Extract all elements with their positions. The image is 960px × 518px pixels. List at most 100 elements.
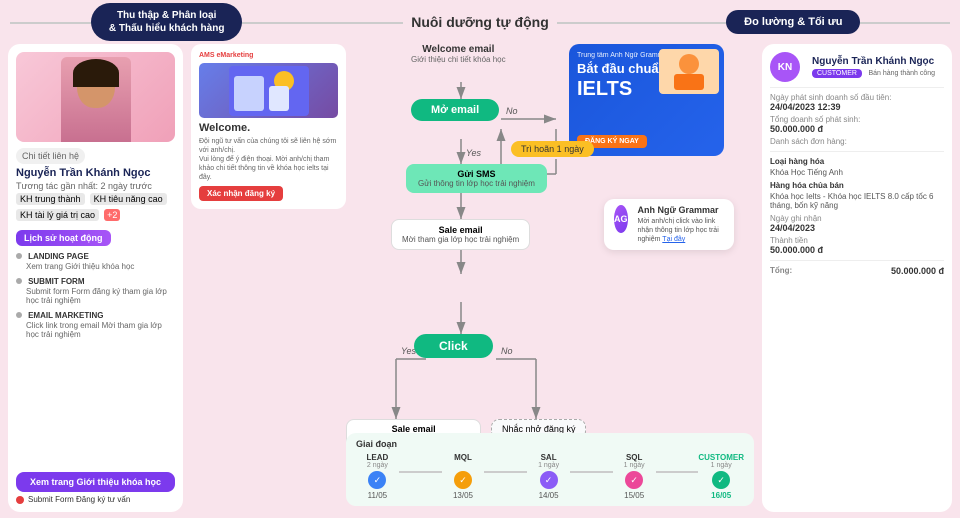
orders-row: Danh sách đơn hàng:: [770, 137, 944, 146]
tag-gia-tri: KH tài lý giá trị cao: [16, 209, 99, 221]
sum-value: 50.000.000 đ: [891, 266, 944, 276]
customer-days: 1 ngày: [711, 462, 732, 469]
activity-button[interactable]: Lịch sử hoạt động: [16, 230, 111, 246]
sum-label: Tổng:: [770, 266, 792, 276]
activity-dot-1: [16, 253, 22, 259]
click-box: Click: [414, 334, 493, 358]
total-value: 50.000.000 đ: [770, 245, 944, 255]
customer-circle: ✓: [712, 471, 730, 489]
rp-header: KN Nguyễn Trần Khánh Ngọc CUSTOMER Bán h…: [770, 52, 944, 82]
sale-email1-box: Sale email Mời tham gia lớp học trải ngh…: [391, 219, 530, 250]
header-left-pill: Thu thập & Phân loại & Thấu hiểu khách h…: [91, 3, 243, 41]
giai-doan-stages: LEAD 2 ngày ✓ 11/05 MQL ✓ 13/05 SAL: [356, 453, 744, 500]
stage-sql: SQL 1 ngày ✓ 15/05: [613, 453, 656, 500]
sale1-sub: Mời tham gia lớp học trải nghiệm: [402, 235, 519, 244]
mql-days: [462, 462, 464, 469]
view-intro-button[interactable]: Xem trang Giới thiệu khóa học: [16, 472, 175, 492]
sms-content: Anh Ngữ Grammar Mời anh/chị click vào li…: [638, 205, 725, 244]
stage-sal: SAL 1 ngày ✓ 14/05: [527, 453, 570, 500]
click-label: Click: [414, 334, 493, 358]
lead-days: 2 ngày: [367, 462, 388, 469]
sms-inner: AG Anh Ngữ Grammar Mời anh/chị click vào…: [614, 205, 724, 244]
stage-line-1: [399, 471, 442, 473]
rp-avatar: KN: [770, 52, 800, 82]
date-label: Ngày phát sinh doanh số đầu tiên:: [770, 93, 944, 102]
mql-date: 13/05: [453, 491, 473, 500]
activity-item-1: LANDING PAGE Xem trang Giới thiệu khóa h…: [16, 250, 175, 271]
rp-badge: CUSTOMER: [812, 69, 862, 78]
activity-item-2: SUBMIT FORM Submit form Form đăng ký tha…: [16, 275, 175, 305]
avatar-image: [61, 57, 131, 142]
sal-date: 14/05: [539, 491, 559, 500]
activity-dot-3: [16, 312, 22, 318]
total-row: Thành tiền 50.000.000 đ: [770, 236, 944, 255]
product-type-title: Loại hàng hóa: [770, 157, 944, 166]
main-area: Chi tiết liên hệ Nguyễn Trần Khánh Ngọc …: [0, 44, 960, 518]
gui-sms-label: Gửi SMS Gửi thông tin lớp học trải nghiệ…: [406, 164, 547, 193]
email-preview-card: AMS eMarketing Welcome. Đội ngũ tư vấn c…: [191, 44, 346, 209]
date-record-value: 24/04/2023: [770, 223, 944, 233]
sum-row: Tổng: 50.000.000 đ: [770, 266, 944, 276]
sql-date: 15/05: [624, 491, 644, 500]
stage-line-2: [484, 471, 527, 473]
ielts-image: [659, 49, 719, 94]
rp-name-area: Nguyễn Trần Khánh Ngọc CUSTOMER Bán hàng…: [812, 56, 935, 78]
date-record-row: Ngày ghi nhận 24/04/2023: [770, 214, 944, 233]
sale-email1-label: Sale email Mời tham gia lớp học trải ngh…: [391, 219, 530, 250]
contact-tag: Chi tiết liên hệ: [16, 148, 85, 164]
giai-doan-title: Giai đoạn: [356, 439, 744, 449]
avatar-hair: [73, 59, 119, 87]
submit-form-label: Submit Form Đăng ký tư vấn: [28, 495, 130, 504]
welcome-title: Welcome email: [411, 44, 506, 55]
activity-desc-2: Submit form Form đăng ký tham gia lớp họ…: [16, 287, 175, 305]
header-center-title: Nuôi dưỡng tự động: [403, 14, 557, 30]
sms-sender: Anh Ngữ Grammar: [638, 205, 725, 215]
email-body: Đội ngũ tư vấn của chúng tôi sẽ liên hệ …: [199, 137, 338, 182]
customer-date: 16/05: [711, 491, 731, 500]
gui-sms-sub: Gửi thông tin lớp học trải nghiệm: [418, 179, 535, 188]
tri-hoan-label: Trì hoãn 1 ngày: [511, 141, 594, 157]
customer-name: CUSTOMER: [698, 453, 744, 462]
email-header: AMS eMarketing: [199, 52, 338, 59]
bottom-buttons: Xem trang Giới thiệu khóa học Submit For…: [16, 472, 175, 504]
product-type-value: Khóa Học Tiếng Anh: [770, 168, 944, 177]
tag-tiem-nang: KH tiêu năng cao: [90, 193, 167, 205]
stage-mql: MQL ✓ 13/05: [442, 453, 485, 500]
submit-form-row: Submit Form Đăng ký tư vấn: [16, 495, 175, 504]
revenue-row: Tổng doanh số phát sinh: 50.000.000 đ: [770, 115, 944, 134]
rp-divider-1: [770, 87, 944, 88]
activity-label-2: SUBMIT FORM: [28, 277, 84, 286]
rp-name: Nguyễn Trần Khánh Ngọc: [812, 56, 935, 67]
giai-doan-panel: Giai đoạn LEAD 2 ngày ✓ 11/05 MQL ✓ 13/0…: [346, 433, 754, 506]
activity-label-1: LANDING PAGE: [28, 252, 89, 261]
email-logo: AMS eMarketing: [199, 52, 253, 59]
tri-hoan-box: Trì hoãn 1 ngày: [511, 141, 594, 157]
email-welcome: Welcome.: [199, 122, 338, 134]
email-image: [199, 63, 338, 118]
date-record-label: Ngày ghi nhận: [770, 214, 944, 223]
svg-text:Yes: Yes: [466, 148, 482, 158]
lead-date: 11/05: [368, 491, 387, 500]
rp-subbadge: Bán hàng thành công: [868, 70, 935, 77]
rp-divider-2: [770, 151, 944, 152]
mo-email-label: Mở email: [411, 99, 499, 121]
header-right: Đo lường & Tối ưu: [637, 10, 950, 34]
sql-days: 1 ngày: [624, 462, 645, 469]
lead-name: LEAD: [367, 453, 389, 462]
orders-label: Danh sách đơn hàng:: [770, 137, 944, 146]
welcome-sub: Giới thiệu chi tiết khóa học: [411, 55, 506, 64]
email-cta-button[interactable]: Xác nhận đăng ký: [199, 186, 283, 201]
product-main-value: Khóa học Ielts - Khóa học IELTS 8.0 cấp …: [770, 192, 944, 210]
mql-name: MQL: [454, 453, 472, 462]
sms-link[interactable]: Tại đây: [662, 236, 685, 243]
left-panel: Chi tiết liên hệ Nguyễn Trần Khánh Ngọc …: [8, 44, 183, 512]
header-left: Thu thập & Phân loại & Thấu hiểu khách h…: [10, 3, 323, 41]
sal-name: SAL: [541, 453, 557, 462]
activity-dot-2: [16, 278, 22, 284]
rp-badges: CUSTOMER Bán hàng thành công: [812, 67, 935, 78]
header-right-pill: Đo lường & Tối ưu: [726, 10, 860, 34]
center-panel: AMS eMarketing Welcome. Đội ngũ tư vấn c…: [191, 44, 754, 512]
stage-line-3: [570, 471, 613, 473]
red-dot-icon: [16, 496, 24, 504]
plus-badge: +2: [104, 209, 120, 221]
